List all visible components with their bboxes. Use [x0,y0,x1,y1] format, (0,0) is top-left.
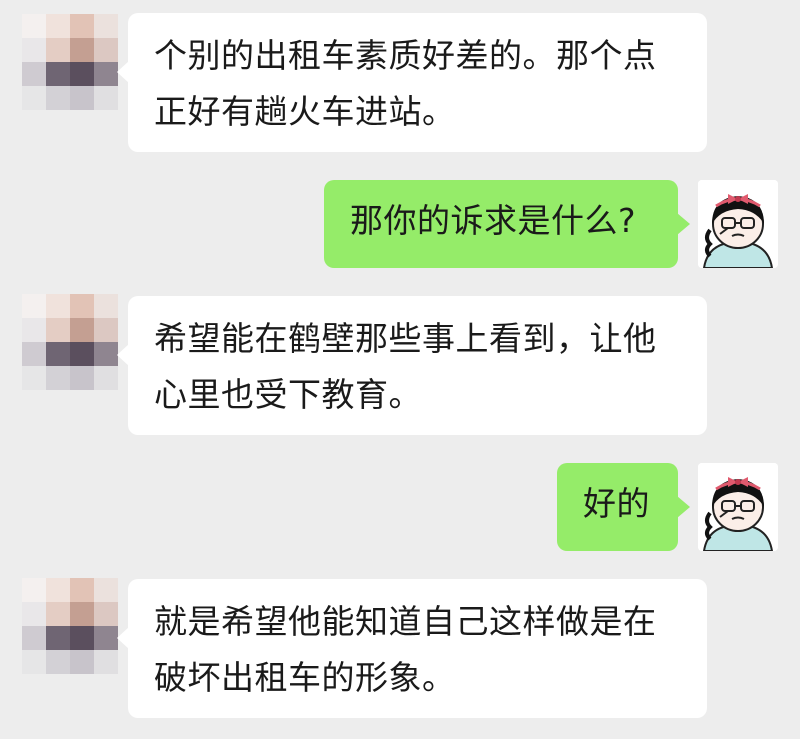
contact-avatar-icon[interactable] [22,578,118,674]
message-text: 那你的诉求是什么? [350,201,637,240]
contact-avatar-icon[interactable] [22,14,118,110]
my-avatar-icon[interactable] [698,180,778,268]
message-text: 心里也受下教育。 [154,375,422,414]
message-text: 希望能在鹤壁那些事上看到，让他 [154,319,657,358]
my-avatar-icon[interactable] [698,463,778,551]
message-text: 正好有趟火车进站。 [154,92,456,131]
message-text: 个别的出租车素质好差的。那个点 [154,36,657,75]
message-bubble-outgoing[interactable]: 那你的诉求是什么? [324,180,690,268]
message-bubble-outgoing[interactable]: 好的 [557,463,690,551]
message-bubble-incoming[interactable]: 希望能在鹤壁那些事上看到，让他 心里也受下教育。 [117,296,707,435]
message-text: 就是希望他能知道自己这样做是在 [154,602,657,641]
message-text: 好的 [583,484,650,523]
message-bubble-incoming[interactable]: 个别的出租车素质好差的。那个点 正好有趟火车进站。 [117,13,707,152]
message-text: 破坏出租车的形象。 [154,658,456,697]
message-bubble-incoming[interactable]: 就是希望他能知道自己这样做是在 破坏出租车的形象。 [117,579,707,718]
contact-avatar-icon[interactable] [22,294,118,390]
